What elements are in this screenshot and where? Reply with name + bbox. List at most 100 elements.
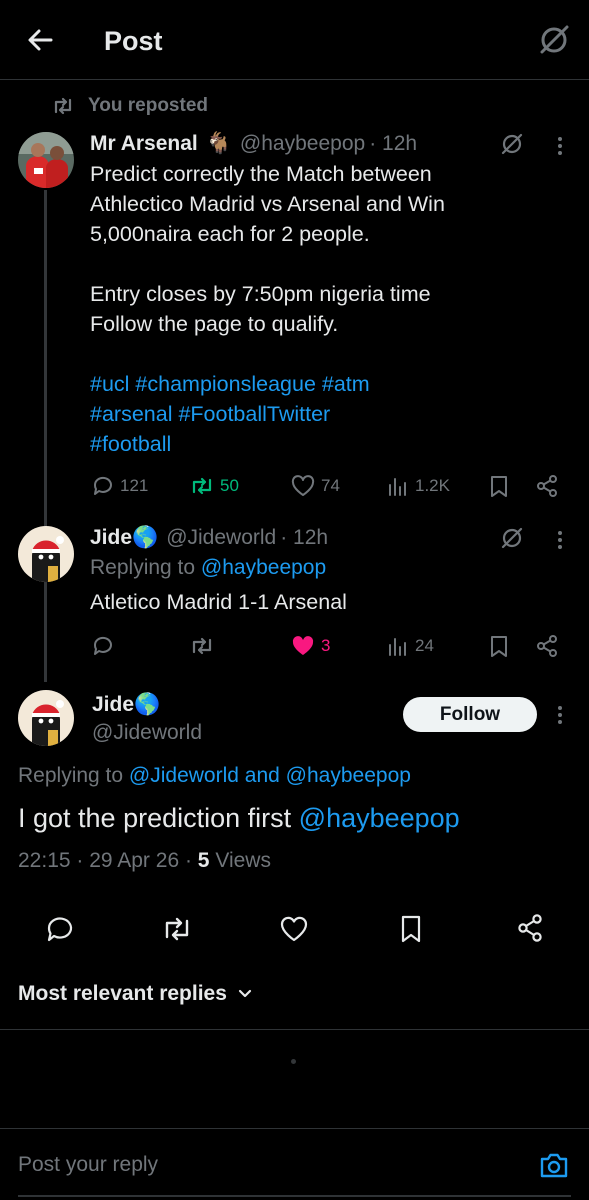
author-row: Mr Arsenal 🐐 @haybeepop · 12h: [90, 132, 417, 156]
views-count: 1.2K: [415, 476, 450, 495]
share-button[interactable]: [535, 474, 559, 498]
post-timestamp: 22:15 · 29 Apr 26 ·: [18, 849, 192, 872]
thread-line: [44, 190, 47, 682]
share-icon: [535, 634, 559, 658]
reply-input[interactable]: Post your reply: [18, 1153, 158, 1177]
like-count: 74: [321, 476, 340, 495]
avatar-mr-arsenal[interactable]: [18, 132, 74, 188]
post-text-line: Entry closes by 7:50pm nigeria time: [90, 282, 431, 306]
chevron-down-icon: [237, 988, 253, 1000]
hashtags[interactable]: #arsenal #FootballTwitter: [90, 399, 570, 429]
bookmark-button[interactable]: [488, 634, 510, 658]
divider: [0, 1029, 589, 1030]
post-text-line: 5,000naira each for 2 people.: [90, 222, 370, 246]
heart-icon[interactable]: [279, 915, 309, 943]
reply-icon: [92, 475, 114, 497]
views-label: Views: [215, 849, 271, 872]
views-button[interactable]: 24: [387, 635, 434, 657]
replying-to: Replying to @haybeepop: [90, 556, 326, 580]
heart-filled-icon: [291, 635, 315, 657]
replying-to: Replying to @Jideworld and @haybeepop: [18, 764, 411, 788]
follow-button[interactable]: Follow: [403, 697, 537, 732]
reply-button[interactable]: [92, 635, 114, 657]
reply-count: 121: [120, 476, 149, 495]
grok-icon[interactable]: [536, 22, 572, 58]
repost-icon[interactable]: [162, 915, 192, 943]
author-name[interactable]: Mr Arsenal: [90, 132, 198, 156]
back-arrow-icon[interactable]: [24, 24, 56, 56]
share-icon[interactable]: [515, 913, 545, 943]
more-options-icon[interactable]: [556, 703, 564, 725]
top-bar: Post: [0, 0, 589, 80]
reply-text: Atletico Madrid 1-1 Arsenal: [90, 590, 347, 614]
heart-icon: [291, 475, 315, 497]
post-actions: 121 50 74 1.2K: [0, 472, 589, 500]
replying-prefix: Replying to: [18, 764, 124, 787]
author-row: Jide 🌎: [92, 693, 160, 717]
views-button[interactable]: 1.2K: [387, 475, 450, 497]
views-count: 24: [415, 636, 434, 655]
avatar-jide[interactable]: [18, 526, 74, 582]
loading-indicator: [291, 1059, 296, 1064]
post-actions: 3 24: [0, 632, 589, 660]
more-options-icon[interactable]: [556, 528, 564, 550]
globe-emoji: 🌎: [132, 526, 159, 549]
views-count[interactable]: 5: [198, 849, 210, 872]
author-handle[interactable]: @Jideworld: [166, 526, 276, 550]
author-handle[interactable]: @haybeepop: [240, 132, 365, 156]
mention-link[interactable]: @haybeepop: [201, 556, 326, 579]
repost-count: 50: [220, 476, 239, 495]
replying-and: and: [244, 764, 280, 787]
views-icon: [387, 635, 409, 657]
post-meta: 22:15 · 29 Apr 26 · 5 Views: [18, 849, 271, 873]
mention-link[interactable]: @haybeepop: [286, 764, 411, 787]
like-count: 3: [321, 636, 331, 655]
reply-button[interactable]: 121: [92, 475, 148, 497]
camera-icon[interactable]: [538, 1150, 570, 1180]
author-name[interactable]: Jide: [92, 693, 134, 717]
avatar-jide[interactable]: [18, 690, 74, 746]
bookmark-icon[interactable]: [398, 914, 424, 944]
bookmark-icon: [488, 474, 510, 498]
page-title: Post: [104, 26, 163, 56]
post-body: Predict correctly the Match between Athl…: [90, 159, 570, 459]
goat-emoji: 🐐: [205, 132, 232, 155]
repost-icon: [52, 96, 74, 116]
main-post-text: I got the prediction first @haybeepop: [18, 803, 460, 834]
replies-sort-label: Most relevant replies: [18, 982, 227, 1005]
globe-emoji: 🌎: [134, 693, 161, 716]
views-icon: [387, 475, 409, 497]
reply-icon[interactable]: [46, 915, 74, 943]
divider: [0, 1128, 589, 1129]
repost-button[interactable]: 50: [190, 476, 239, 496]
author-row: Jide 🌎 @Jideworld · 12h: [90, 526, 328, 550]
bookmark-icon: [488, 634, 510, 658]
post-time: · 12h: [369, 132, 418, 155]
like-button[interactable]: 3: [291, 635, 330, 657]
mention-link[interactable]: @Jideworld: [129, 764, 239, 787]
hashtags[interactable]: #football: [90, 429, 570, 459]
grok-icon[interactable]: [499, 131, 525, 157]
more-options-icon[interactable]: [556, 134, 564, 156]
reposted-label: You reposted: [88, 95, 208, 116]
mention-link[interactable]: @haybeepop: [299, 803, 460, 833]
author-handle[interactable]: @Jideworld: [92, 721, 202, 745]
replies-sort-dropdown[interactable]: Most relevant replies: [18, 982, 253, 1006]
replying-prefix: Replying to: [90, 556, 196, 579]
bookmark-button[interactable]: [488, 474, 510, 498]
reposted-indicator: You reposted: [52, 94, 208, 118]
reply-icon: [92, 635, 114, 657]
author-name[interactable]: Jide: [90, 526, 132, 550]
repost-icon: [190, 636, 214, 656]
like-button[interactable]: 74: [291, 475, 340, 497]
post-text-line: Follow the page to qualify.: [90, 312, 339, 336]
share-icon: [535, 474, 559, 498]
repost-icon: [190, 476, 214, 496]
repost-button[interactable]: [190, 636, 214, 656]
share-button[interactable]: [535, 634, 559, 658]
reply-input-underline: [18, 1195, 571, 1197]
grok-icon[interactable]: [499, 525, 525, 551]
post-text-line: Predict correctly the Match between: [90, 162, 432, 186]
post-text-line: Athlectico Madrid vs Arsenal and Win: [90, 192, 445, 216]
hashtags[interactable]: #ucl #championsleague #atm: [90, 369, 570, 399]
